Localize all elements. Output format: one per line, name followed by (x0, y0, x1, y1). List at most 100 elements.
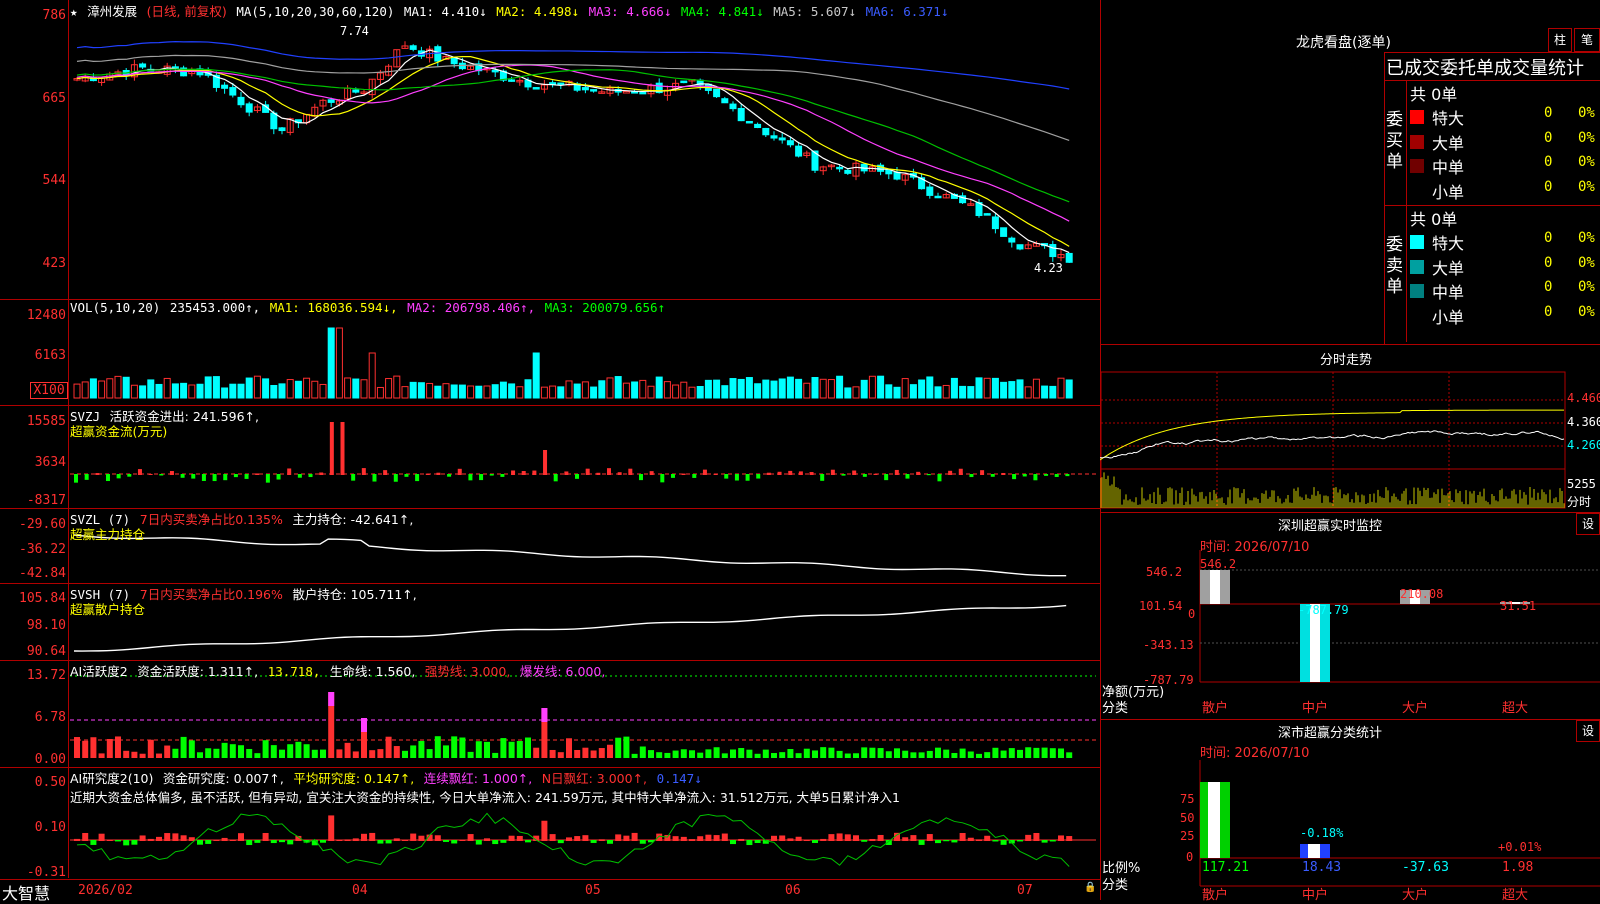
flow-bar (255, 473, 260, 475)
flow-bar (873, 473, 878, 475)
candle-body (278, 127, 286, 132)
candle-body (737, 107, 745, 122)
ai-bar (656, 752, 663, 758)
research-bar (106, 839, 113, 841)
ai-bar (385, 736, 392, 758)
class-settings-button[interactable]: 设 (1576, 720, 1600, 742)
ai-bar (689, 750, 695, 758)
lock-icon[interactable]: 🔒 (1084, 882, 1096, 893)
research-bar (98, 833, 105, 841)
research-bar (943, 840, 950, 842)
class-chart[interactable] (1100, 760, 1600, 900)
ai-bar (533, 747, 540, 758)
research-bar (131, 840, 138, 845)
ai-bar (410, 745, 417, 758)
research-bar (90, 840, 97, 845)
research-bar (361, 833, 367, 841)
main-chart-canvas[interactable] (0, 0, 1100, 900)
ai-bar (631, 753, 638, 758)
ai-bar (1017, 749, 1023, 758)
ai-bar (762, 749, 769, 758)
research-bar (402, 839, 408, 841)
volume-bar (836, 375, 844, 399)
flow-bar (372, 474, 377, 482)
research-bar (1033, 832, 1040, 841)
research-consecutive: 连续飘红: 1.000↑, (423, 771, 533, 786)
row-pct: 0% (1578, 178, 1595, 195)
volume-bar (540, 386, 548, 399)
volume-bar (557, 386, 565, 399)
row-name: 特大 (1432, 234, 1465, 253)
flow-bar (479, 474, 484, 481)
flow-bar (137, 469, 142, 475)
candle-body (639, 91, 647, 95)
volume-bar (483, 385, 491, 399)
row-name: 大单 (1432, 258, 1465, 278)
color-swatch (1410, 183, 1426, 200)
vol-axis-label: 6163 (34, 348, 66, 363)
volume-bar (196, 383, 204, 399)
flow-bar (628, 468, 633, 475)
ai-lifeline: 生命线: 1.560, (329, 664, 416, 679)
flow-bar (543, 450, 548, 475)
ai-bar (754, 753, 761, 758)
row-count: 0 (1544, 230, 1553, 246)
research-bar (984, 835, 991, 841)
volume-bar (458, 384, 466, 399)
flow-bar (756, 474, 761, 479)
flow-bar (1033, 474, 1038, 481)
volume-bar (188, 384, 196, 399)
ai-bar (484, 741, 490, 758)
intraday-lines (1100, 409, 1565, 508)
ai-bar (598, 748, 605, 758)
flow-bar (894, 469, 899, 475)
volume-bar (393, 375, 401, 399)
research-bar (574, 836, 581, 841)
monitor-category: 散户 (1202, 701, 1229, 716)
flow-bar (489, 474, 494, 476)
ai-bar (82, 740, 89, 758)
volume-bar (1008, 381, 1016, 399)
svzj-axis-label: -8317 (26, 493, 66, 508)
volume-bar (303, 377, 311, 399)
flow-bar (681, 473, 686, 475)
candle-body (549, 82, 557, 85)
pen-view-button[interactable]: 笔 (1574, 28, 1600, 52)
flow-bar (702, 469, 707, 475)
monitor-category: 中户 (1302, 701, 1329, 716)
ai-bar (926, 750, 933, 758)
flow-bar (926, 474, 931, 476)
flow-bar (436, 472, 441, 475)
flow-bar (180, 474, 185, 478)
flow-bar (841, 474, 846, 476)
volume-bar (114, 375, 122, 399)
flow-bar (1044, 474, 1049, 476)
class-category: 超大 (1502, 888, 1529, 903)
flow-bar (575, 474, 580, 479)
svsh-label: 7日内买卖净占比0.196% (139, 587, 283, 602)
ai-bar (434, 736, 441, 758)
color-swatch (1410, 235, 1424, 249)
monitor-category: 超大 (1502, 701, 1529, 716)
volume-bar (622, 382, 630, 399)
research-bar (730, 840, 736, 845)
vol-unit-badge: X100 (30, 382, 68, 399)
divider (1384, 52, 1385, 344)
class-bar-highlight (1208, 782, 1220, 858)
flow-bar (201, 474, 206, 481)
ai-bar (582, 747, 589, 758)
svzl-axis-label: -36.22 (19, 542, 66, 557)
ai-bar (976, 753, 982, 758)
volume-bar (262, 378, 270, 399)
volume-bar (860, 379, 868, 399)
monitor-xlabel: 分类 (1102, 701, 1129, 716)
ai-bar (98, 753, 105, 758)
volume-bar (376, 386, 384, 399)
row-name: 大单 (1432, 133, 1465, 153)
monitor-settings-button[interactable]: 设 (1576, 513, 1600, 535)
intraday-chart[interactable] (1100, 366, 1600, 514)
bar-view-button[interactable]: 柱 (1548, 28, 1572, 52)
flow-bar (457, 468, 462, 475)
row-pct: 0% (1578, 129, 1595, 146)
candle-body (762, 127, 770, 136)
